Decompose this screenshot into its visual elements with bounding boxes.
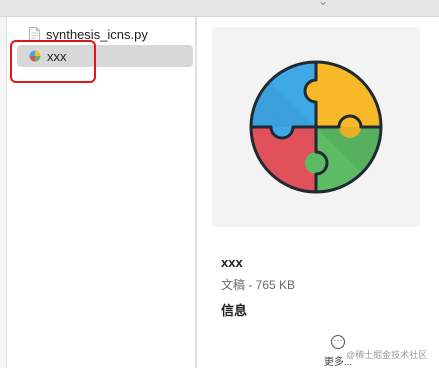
sidebar-edge (0, 17, 7, 368)
file-name-label: synthesis_icns.py (46, 26, 148, 42)
file-thumbnail (212, 27, 420, 227)
finder-window: ⌄ synthesis_icns.py xxx xxx 文稿 - 765 KB … (0, 0, 439, 368)
list-item-xxx[interactable]: xxx (17, 45, 193, 67)
preview-file-kind: 文稿 - 765 KB (221, 278, 296, 292)
preview-file-name: xxx (221, 255, 243, 270)
list-item-synthesis-icns[interactable]: synthesis_icns.py (17, 23, 193, 45)
chevron-down-icon[interactable]: ⌄ (318, 0, 328, 8)
python-document-icon (29, 26, 40, 42)
pane-divider[interactable] (196, 17, 197, 368)
watermark: @稀土掘金技术社区 (346, 350, 428, 360)
pie-app-icon (29, 50, 41, 62)
ellipsis-icon: ··· (331, 335, 345, 349)
preview-pane: xxx 文稿 - 765 KB 信息 ··· 更多... @稀土掘金技术社区 (196, 17, 439, 368)
file-name-label: xxx (47, 48, 67, 64)
info-heading: 信息 (221, 303, 248, 318)
toolbar: ⌄ (0, 0, 439, 17)
file-column: synthesis_icns.py xxx (7, 17, 196, 368)
puzzle-icon (249, 60, 383, 194)
